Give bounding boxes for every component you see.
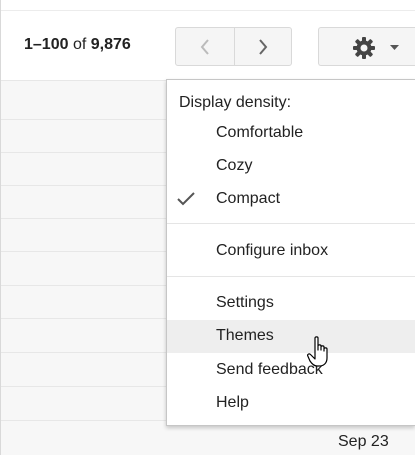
menu-item-label: Compact [216,190,281,207]
menu-item-help[interactable]: Help [167,387,415,420]
menu-item-label: Settings [216,294,274,311]
menu-item-label: Themes [216,327,274,344]
older-button[interactable] [176,28,235,65]
menu-separator [167,223,415,224]
menu-item-cozy[interactable]: Cozy [167,150,415,183]
menu-item-label: Cozy [216,157,253,174]
menu-item-label: Comfortable [216,124,304,141]
menu-item-settings[interactable]: Settings [167,287,415,320]
menu-separator [167,276,415,277]
menu-item-send-feedback[interactable]: Send feedback [167,354,415,387]
menu-item-comfortable[interactable]: Comfortable [167,117,415,150]
message-date: Sep 23 [338,433,389,450]
menu-item-label: Help [216,394,249,411]
pager-range: 1–100 [24,36,69,53]
chevron-right-icon [259,38,268,55]
pager-total: 9,876 [90,36,131,53]
hand-pointer-icon [307,336,328,367]
check-icon [177,192,195,206]
newer-button[interactable] [234,28,292,65]
gear-icon [353,37,375,59]
caret-down-icon [390,45,399,50]
pager-nav [175,27,292,66]
menu-item-configure-inbox[interactable]: Configure inbox [167,235,415,268]
menu-item-compact[interactable]: Compact [167,183,415,216]
pager-of: of [72,36,87,53]
toolbar-divider [0,10,415,11]
settings-button[interactable] [318,27,415,66]
menu-item-themes[interactable]: Themes [167,320,415,353]
top-strip [0,0,415,10]
density-label: Display density: [179,94,292,111]
chevron-left-icon [200,38,209,55]
menu-item-label: Configure inbox [216,242,329,259]
settings-menu: Display density: Comfortable Cozy Compac… [166,79,415,426]
pager-count: 1–100 of 9,876 [24,36,131,54]
